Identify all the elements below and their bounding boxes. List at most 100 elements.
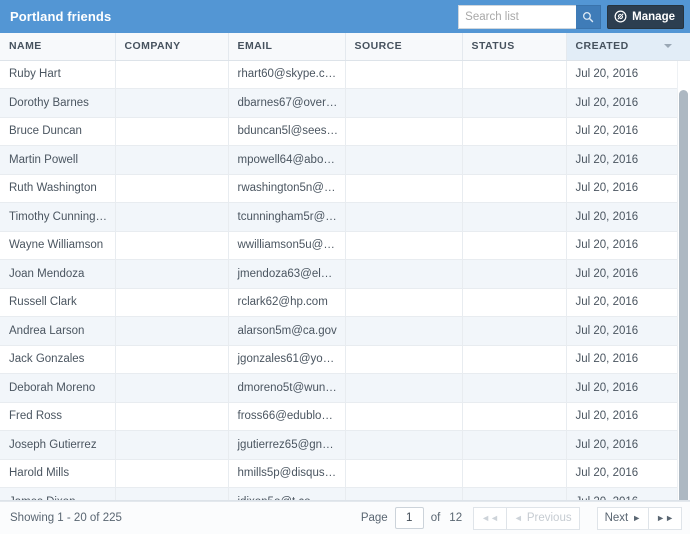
cell-status xyxy=(462,487,567,500)
cell-name: James Dixon xyxy=(0,487,116,500)
column-header-name[interactable]: NAME xyxy=(0,33,116,61)
cell-source xyxy=(345,316,463,346)
first-page-button[interactable]: ◄◄ xyxy=(473,506,506,530)
table-row[interactable]: Russell Clark rclark62@hp.com Jul 20, 2016 xyxy=(0,288,690,317)
table-row[interactable]: Dorothy Barnes dbarnes67@over-blo… Jul 20,… xyxy=(0,88,690,118)
column-label-name: NAME xyxy=(9,40,42,53)
table-row[interactable]: James Dixon jdixon5o@t.co Jul 20, 2016 xyxy=(0,487,690,500)
double-chevron-left-icon: ◄◄ xyxy=(481,512,499,523)
table-row[interactable]: Ruth Washington rwashington5n@nyd… Jul 20,… xyxy=(0,174,690,203)
page-number-input[interactable] xyxy=(394,507,424,529)
page-title: Portland friends xyxy=(10,9,112,24)
cell-company xyxy=(115,316,229,346)
cell-email: jgutierrez65@gnu.org xyxy=(228,430,346,460)
cell-email: dmoreno5t@wunder… xyxy=(228,373,346,403)
table-scrollbar-track[interactable] xyxy=(677,61,690,500)
showing-count: Showing 1 - 20 of 225 xyxy=(10,512,122,524)
table-row[interactable]: Ruby Hart rhart60@skype.com Jul 20, 2016 xyxy=(0,60,690,89)
last-page-button[interactable]: ►► xyxy=(648,506,682,530)
cell-source xyxy=(345,231,463,260)
header-actions: Manage xyxy=(458,4,684,29)
cell-company xyxy=(115,231,229,260)
table-scrollbar-thumb[interactable] xyxy=(679,90,688,500)
cell-created: Jul 20, 2016 xyxy=(566,402,690,431)
cell-created: Jul 20, 2016 xyxy=(566,288,690,317)
contacts-table: NAME COMPANY EMAIL SOURCE STATUS CREATED… xyxy=(0,33,690,500)
table-header: NAME COMPANY EMAIL SOURCE STATUS CREATED xyxy=(0,33,690,61)
cell-source xyxy=(345,117,463,146)
cell-email: hmills5p@disqus.com xyxy=(228,459,346,488)
cell-source xyxy=(345,487,463,500)
cell-company xyxy=(115,430,229,460)
contact-list-app: Portland friends Manage xyxy=(0,0,690,534)
pager: Page of 12 ◄◄ ◄ Previous Next ► ►► xyxy=(360,506,682,530)
table-row[interactable]: Fred Ross fross66@edublogs.org Jul 20, 201… xyxy=(0,402,690,431)
cell-source xyxy=(345,402,463,431)
cell-source xyxy=(345,202,463,232)
cell-created: Jul 20, 2016 xyxy=(566,373,690,403)
cell-email: dbarnes67@over-blo… xyxy=(228,88,346,118)
pagination-bar: Showing 1 - 20 of 225 Page of 12 ◄◄ ◄ Pr… xyxy=(0,501,690,534)
table-row[interactable]: Joseph Gutierrez jgutierrez65@gnu.org Jul … xyxy=(0,430,690,460)
search-input[interactable] xyxy=(458,4,577,29)
table-row[interactable]: Andrea Larson alarson5m@ca.gov Jul 20, 201… xyxy=(0,316,690,346)
table-row[interactable]: Jack Gonzales jgonzales61@youtub… Jul 20, … xyxy=(0,345,690,374)
contacts-table-container: NAME COMPANY EMAIL SOURCE STATUS CREATED… xyxy=(0,33,690,501)
cell-created: Jul 20, 2016 xyxy=(566,459,690,488)
cell-status xyxy=(462,117,567,146)
cell-company xyxy=(115,487,229,500)
cell-email: wwilliamson5u@hou… xyxy=(228,231,346,260)
search-group xyxy=(458,4,602,29)
double-chevron-right-icon: ►► xyxy=(656,512,674,523)
manage-button-label: Manage xyxy=(632,10,675,23)
table-row[interactable]: Martin Powell mpowell64@about.c… Jul 20, 2… xyxy=(0,145,690,175)
table-row[interactable]: Wayne Williamson wwilliamson5u@hou… Jul 20… xyxy=(0,231,690,260)
cell-source xyxy=(345,259,463,289)
cell-email: alarson5m@ca.gov xyxy=(228,316,346,346)
previous-page-label: Previous xyxy=(526,512,572,524)
table-row[interactable]: Bruce Duncan bduncan5l@seesaa.n… Jul 20, 2… xyxy=(0,117,690,146)
cell-name: Bruce Duncan xyxy=(0,117,116,146)
cell-created: Jul 20, 2016 xyxy=(566,117,690,146)
table-row[interactable]: Timothy Cunningham tcunningham5r@dom… Jul … xyxy=(0,202,690,232)
cell-company xyxy=(115,373,229,403)
cell-company xyxy=(115,174,229,203)
cell-name: Joan Mendoza xyxy=(0,259,116,289)
cell-company xyxy=(115,60,229,89)
cell-status xyxy=(462,430,567,460)
cell-created: Jul 20, 2016 xyxy=(566,202,690,232)
cell-email: jdixon5o@t.co xyxy=(228,487,346,500)
pager-next-group: Next ► ►► xyxy=(596,506,682,530)
cell-source xyxy=(345,88,463,118)
search-button[interactable] xyxy=(576,4,602,29)
cell-company xyxy=(115,259,229,289)
cell-status xyxy=(462,316,567,346)
column-header-email[interactable]: EMAIL xyxy=(228,33,346,61)
pager-prev-group: ◄◄ ◄ Previous xyxy=(473,506,580,530)
of-label: of xyxy=(430,512,441,524)
column-label-created: CREATED xyxy=(575,40,629,53)
column-header-status[interactable]: STATUS xyxy=(462,33,567,61)
chevron-right-icon: ► xyxy=(632,512,642,523)
column-header-company[interactable]: COMPANY xyxy=(115,33,229,61)
cell-created: Jul 20, 2016 xyxy=(566,345,690,374)
cell-created: Jul 20, 2016 xyxy=(566,60,690,89)
cell-company xyxy=(115,402,229,431)
cell-name: Jack Gonzales xyxy=(0,345,116,374)
column-label-source: SOURCE xyxy=(354,40,403,53)
manage-button[interactable]: Manage xyxy=(607,4,684,29)
page-label: Page xyxy=(360,512,388,524)
cell-company xyxy=(115,459,229,488)
cell-status xyxy=(462,259,567,289)
column-header-created[interactable]: CREATED xyxy=(566,33,690,61)
previous-page-button[interactable]: ◄ Previous xyxy=(505,506,580,530)
cell-name: Deborah Moreno xyxy=(0,373,116,403)
column-header-source[interactable]: SOURCE xyxy=(345,33,463,61)
table-row[interactable]: Deborah Moreno dmoreno5t@wunder… Jul 20, 2… xyxy=(0,373,690,403)
cell-source xyxy=(345,174,463,203)
table-row[interactable]: Harold Mills hmills5p@disqus.com Jul 20, 2… xyxy=(0,459,690,488)
table-header-row: NAME COMPANY EMAIL SOURCE STATUS CREATED xyxy=(0,33,690,61)
cell-created: Jul 20, 2016 xyxy=(566,174,690,203)
table-row[interactable]: Joan Mendoza jmendoza63@elegan… Jul 20, 20… xyxy=(0,259,690,289)
next-page-button[interactable]: Next ► xyxy=(596,506,649,530)
